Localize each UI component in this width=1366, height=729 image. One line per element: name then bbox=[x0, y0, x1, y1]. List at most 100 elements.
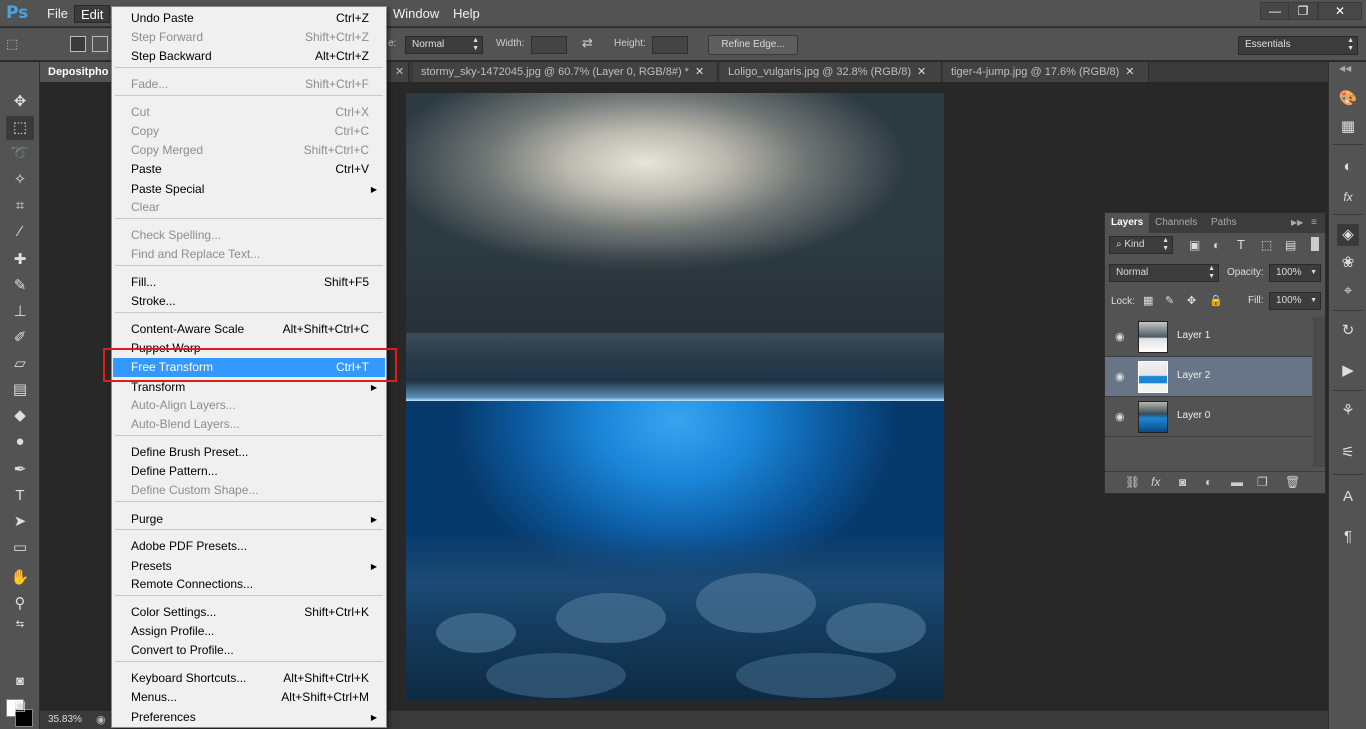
height-input[interactable] bbox=[652, 36, 688, 54]
menu-item-copy[interactable]: Copy Ctrl+C bbox=[113, 122, 385, 141]
history-panel-icon[interactable]: ↻ bbox=[1337, 320, 1359, 342]
eraser-tool-icon[interactable]: ▱ bbox=[6, 352, 34, 376]
lock-pixels-icon[interactable]: ✎ bbox=[1165, 294, 1174, 307]
swatches-panel-icon[interactable]: ▦ bbox=[1337, 116, 1359, 138]
menu-item-preferences[interactable]: Preferences ▶ bbox=[113, 708, 385, 727]
menu-item-purge[interactable]: Purge ▶ bbox=[113, 510, 385, 529]
menu-item-presets[interactable]: Presets ▶ bbox=[113, 557, 385, 576]
eyedropper-tool-icon[interactable]: ⁄ bbox=[6, 220, 34, 244]
close-icon[interactable]: ✕ bbox=[695, 66, 704, 78]
menu-item-step-forward[interactable]: Step Forward Shift+Ctrl+Z bbox=[113, 28, 385, 47]
collapse-icon[interactable]: ◀◀ bbox=[1339, 64, 1351, 73]
menu-item-auto-align-layers[interactable]: Auto-Align Layers... bbox=[113, 396, 385, 415]
delete-layer-icon[interactable]: 🗑 bbox=[1285, 475, 1300, 489]
close-icon[interactable]: ✕ bbox=[917, 66, 926, 78]
move-tool-icon[interactable]: ✥ bbox=[6, 90, 34, 114]
history-brush-tool-icon[interactable]: ✐ bbox=[6, 326, 34, 350]
menu-item-auto-blend-layers[interactable]: Auto-Blend Layers... bbox=[113, 415, 385, 434]
tool-preset-icon[interactable]: ⬚ bbox=[6, 36, 18, 52]
blur-tool-icon[interactable]: ◆ bbox=[6, 404, 34, 428]
character-panel-icon[interactable]: A bbox=[1337, 486, 1359, 508]
menu-item-menus[interactable]: Menus... Alt+Shift+Ctrl+M bbox=[113, 688, 385, 707]
filter-toggle[interactable] bbox=[1311, 237, 1319, 251]
quick-mask-icon[interactable]: ◙ bbox=[6, 669, 34, 693]
layers-panel-icon[interactable]: ◈ bbox=[1337, 224, 1359, 246]
paragraph-panel-icon[interactable]: ¶ bbox=[1337, 526, 1359, 548]
layers-scrollbar[interactable] bbox=[1313, 317, 1325, 467]
menu-window[interactable]: Window bbox=[387, 5, 445, 23]
gradient-tool-icon[interactable]: ▤ bbox=[6, 378, 34, 402]
magic-wand-tool-icon[interactable]: ✧ bbox=[6, 168, 34, 192]
type-tool-icon[interactable]: T bbox=[6, 484, 34, 508]
filter-smart-object-icon[interactable]: ▤ bbox=[1285, 238, 1296, 252]
menu-item-step-backward[interactable]: Step Backward Alt+Ctrl+Z bbox=[113, 47, 385, 66]
layer-row-layer-1[interactable]: ◉ Layer 1 bbox=[1105, 317, 1312, 357]
add-mask-icon[interactable]: ◙ bbox=[1179, 475, 1186, 489]
new-selection-icon[interactable] bbox=[70, 36, 86, 52]
status-info-icon[interactable]: ◉ bbox=[96, 713, 106, 726]
menu-item-stroke[interactable]: Stroke... bbox=[113, 292, 385, 311]
tab-stormy-sky[interactable]: stormy_sky-1472045.jpg @ 60.7% (Layer 0,… bbox=[413, 62, 718, 82]
menu-item-content-aware-scale[interactable]: Content-Aware Scale Alt+Shift+Ctrl+C bbox=[113, 320, 385, 339]
menu-edit[interactable]: Edit bbox=[74, 5, 111, 23]
blend-mode-select[interactable]: Normal ▲ ▼ bbox=[1109, 264, 1219, 282]
tab-layers[interactable]: Layers bbox=[1105, 213, 1150, 233]
menu-item-keyboard-shortcuts[interactable]: Keyboard Shortcuts... Alt+Shift+Ctrl+K bbox=[113, 669, 385, 688]
filter-pixel-icon[interactable]: ▣ bbox=[1189, 238, 1200, 252]
new-group-icon[interactable]: ▬ bbox=[1231, 475, 1243, 489]
tab-depositphotos[interactable]: Depositpho bbox=[40, 62, 112, 82]
menu-item-define-custom-shape[interactable]: Define Custom Shape... bbox=[113, 481, 385, 500]
zoom-level[interactable]: 35.83% bbox=[48, 714, 82, 725]
close-icon[interactable]: ✕ bbox=[1125, 66, 1134, 78]
brush-tool-icon[interactable]: ✎ bbox=[6, 274, 34, 298]
link-layers-icon[interactable]: ⛓ bbox=[1125, 475, 1140, 489]
adjustments-panel-icon[interactable]: ◐ bbox=[1337, 156, 1359, 178]
add-layer-style-icon[interactable]: fx bbox=[1151, 475, 1160, 489]
workspace-select[interactable]: Essentials ▲ ▼ bbox=[1238, 36, 1358, 55]
channels-panel-icon[interactable]: ❀ bbox=[1337, 252, 1359, 274]
minimize-button[interactable]: — bbox=[1260, 2, 1290, 20]
menu-item-paste-special[interactable]: Paste Special ▶ bbox=[113, 180, 385, 199]
menu-item-remote-connections[interactable]: Remote Connections... bbox=[113, 575, 385, 594]
menu-item-find-and-replace-text[interactable]: Find and Replace Text... bbox=[113, 245, 385, 264]
layer-row-layer-0[interactable]: ◉ Layer 0 bbox=[1105, 397, 1312, 437]
screen-mode-icon[interactable]: ▣ bbox=[6, 694, 34, 718]
new-layer-icon[interactable]: ❐ bbox=[1257, 475, 1268, 489]
paths-panel-icon[interactable]: ⌖ bbox=[1337, 280, 1359, 302]
filter-type-icon[interactable]: T bbox=[1237, 237, 1245, 252]
menu-item-define-brush-preset[interactable]: Define Brush Preset... bbox=[113, 443, 385, 462]
styles-panel-icon[interactable]: fx bbox=[1337, 186, 1359, 208]
refine-edge-button[interactable]: Refine Edge... bbox=[708, 35, 798, 55]
menu-item-clear[interactable]: Clear bbox=[113, 198, 385, 217]
layer-row-layer-2[interactable]: ◉ Layer 2 bbox=[1105, 357, 1312, 397]
filter-kind-select[interactable]: ⌕ Kind ▲ ▼ bbox=[1109, 236, 1173, 254]
zoom-tool-icon[interactable]: ⚲ bbox=[6, 592, 34, 616]
restore-button[interactable]: ❐ bbox=[1288, 2, 1318, 20]
path-selection-tool-icon[interactable]: ➤ bbox=[6, 510, 34, 534]
add-selection-icon[interactable] bbox=[92, 36, 108, 52]
menu-item-cut[interactable]: Cut Ctrl+X bbox=[113, 103, 385, 122]
opacity-input[interactable]: 100% ▼ bbox=[1269, 264, 1321, 282]
menu-item-convert-to-profile[interactable]: Convert to Profile... bbox=[113, 641, 385, 660]
tab-tiger[interactable]: tiger-4-jump.jpg @ 17.6% (RGB/8) ✕ bbox=[943, 62, 1149, 82]
menu-item-check-spelling[interactable]: Check Spelling... bbox=[113, 226, 385, 245]
menu-item-define-pattern[interactable]: Define Pattern... bbox=[113, 462, 385, 481]
panel-menu-icon[interactable]: ≡ bbox=[1305, 213, 1323, 233]
menu-item-fill[interactable]: Fill... Shift+F5 bbox=[113, 273, 385, 292]
filter-shape-icon[interactable]: ⬚ bbox=[1261, 238, 1272, 252]
menu-file[interactable]: File bbox=[41, 5, 74, 23]
tab-close-icon[interactable]: ✕ bbox=[391, 62, 409, 82]
lock-all-icon[interactable]: 🔒 bbox=[1209, 294, 1223, 307]
actions-panel-icon[interactable]: ▶ bbox=[1337, 360, 1359, 382]
visibility-eye-icon[interactable]: ◉ bbox=[1115, 370, 1125, 383]
filter-adjustment-icon[interactable]: ◐ bbox=[1213, 238, 1220, 252]
menu-item-undo-paste[interactable]: Undo Paste Ctrl+Z bbox=[113, 9, 385, 28]
hand-tool-icon[interactable]: ✋ bbox=[6, 566, 34, 590]
menu-help[interactable]: Help bbox=[447, 5, 486, 23]
menu-item-paste[interactable]: Paste Ctrl+V bbox=[113, 160, 385, 179]
tab-loligo[interactable]: Loligo_vulgaris.jpg @ 32.8% (RGB/8) ✕ bbox=[720, 62, 942, 82]
clone-stamp-tool-icon[interactable]: ⊥ bbox=[6, 300, 34, 324]
menu-item-adobe-pdf-presets[interactable]: Adobe PDF Presets... bbox=[113, 537, 385, 556]
brush-presets-icon[interactable]: ⚟ bbox=[1337, 442, 1359, 464]
fill-input[interactable]: 100% ▼ bbox=[1269, 292, 1321, 310]
